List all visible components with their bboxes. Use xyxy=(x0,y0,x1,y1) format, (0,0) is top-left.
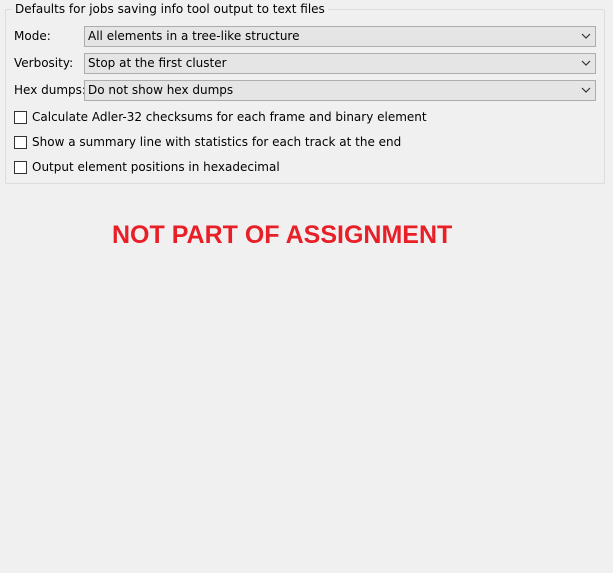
chevron-down-icon xyxy=(581,60,591,66)
hex-dumps-label: Hex dumps: xyxy=(14,83,86,97)
hex-positions-option[interactable]: Output element positions in hexadecimal xyxy=(14,159,280,175)
mode-dropdown-value: All elements in a tree-like structure xyxy=(88,29,300,43)
verbosity-dropdown[interactable]: Stop at the first cluster xyxy=(84,53,596,74)
hex-dumps-dropdown-value: Do not show hex dumps xyxy=(88,83,234,97)
hex-dumps-dropdown[interactable]: Do not show hex dumps xyxy=(84,80,596,101)
mode-dropdown[interactable]: All elements in a tree-like structure xyxy=(84,26,596,47)
hex-positions-label[interactable]: Output element positions in hexadecimal xyxy=(32,160,280,174)
hex-positions-checkbox[interactable] xyxy=(14,160,27,174)
adler32-checksum-option[interactable]: Calculate Adler-32 checksums for each fr… xyxy=(14,109,427,125)
chevron-down-icon xyxy=(581,33,591,39)
summary-line-label[interactable]: Show a summary line with statistics for … xyxy=(32,135,401,149)
groupbox-title: Defaults for jobs saving info tool outpu… xyxy=(12,1,328,17)
adler32-checksum-label[interactable]: Calculate Adler-32 checksums for each fr… xyxy=(32,110,427,124)
adler32-checksum-checkbox[interactable] xyxy=(14,110,27,124)
verbosity-dropdown-value: Stop at the first cluster xyxy=(88,56,227,70)
summary-line-option[interactable]: Show a summary line with statistics for … xyxy=(14,134,401,150)
summary-line-checkbox[interactable] xyxy=(14,135,27,149)
mode-label: Mode: xyxy=(14,29,51,43)
overlay-annotation-text: NOT PART OF ASSIGNMENT xyxy=(112,221,453,249)
chevron-down-icon xyxy=(581,87,591,93)
verbosity-label: Verbosity: xyxy=(14,56,74,70)
